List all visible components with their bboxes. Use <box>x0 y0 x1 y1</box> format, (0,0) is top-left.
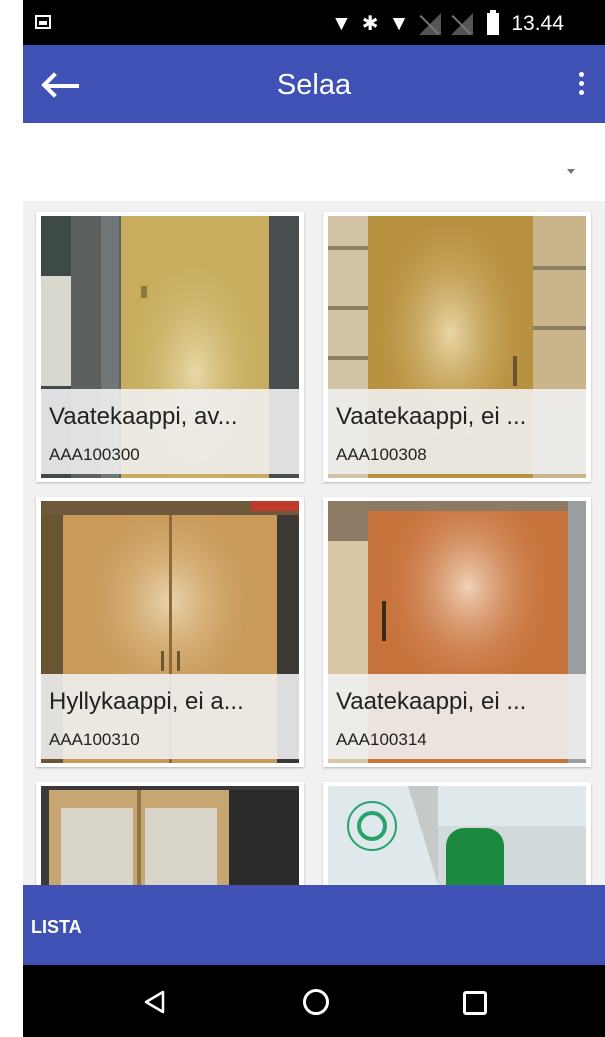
battery-icon <box>487 9 500 35</box>
location-icon: ▼ <box>331 11 352 35</box>
item-code: AAA100300 <box>49 445 140 464</box>
item-card[interactable] <box>36 782 304 885</box>
lista-button[interactable]: LISTA <box>31 917 82 938</box>
item-card[interactable]: Vaatekaappi, av... AAA100300 <box>36 212 304 482</box>
more-vert-icon[interactable] <box>571 72 591 98</box>
item-grid: Vaatekaappi, av... AAA100300 Vaatekaappi… <box>23 201 605 885</box>
phone-screen: ▼ ✱ ▼ 13.44 Selaa Vaatekaappi, av... AAA… <box>23 0 605 1037</box>
dropdown-arrow-icon <box>567 169 575 174</box>
app-bar: Selaa <box>23 45 605 123</box>
image-notification-icon <box>35 15 51 29</box>
bottom-bar: LISTA <box>23 885 605 965</box>
item-name: Vaatekaappi, ei ... <box>336 403 527 430</box>
signal-off-icon <box>451 12 474 35</box>
nav-recents-icon[interactable] <box>463 991 487 1015</box>
status-bar: ▼ ✱ ▼ 13.44 <box>23 0 605 45</box>
item-code: AAA100314 <box>336 730 427 749</box>
nav-home-icon[interactable] <box>303 989 329 1015</box>
item-code: AAA100308 <box>336 445 427 464</box>
item-card[interactable]: Vaatekaappi, ei ... AAA100308 <box>323 212 591 482</box>
item-name: Vaatekaappi, av... <box>49 403 238 430</box>
item-card[interactable] <box>323 782 591 885</box>
item-card[interactable]: Vaatekaappi, ei ... AAA100314 <box>323 497 591 767</box>
navigation-bar <box>23 965 605 1037</box>
nav-back-icon[interactable] <box>143 990 167 1014</box>
status-time: 13.44 <box>511 11 564 35</box>
item-code: AAA100310 <box>49 730 140 749</box>
wifi-icon: ▼ <box>388 11 410 35</box>
filter-dropdown[interactable] <box>23 123 605 201</box>
item-card[interactable]: Hyllykaappi, ei a... AAA100310 <box>36 497 304 767</box>
page-title: Selaa <box>276 69 352 101</box>
signal-off-icon <box>419 12 442 35</box>
status-icons: ▼ ✱ ▼ 13.44 <box>331 9 564 36</box>
item-image <box>41 786 299 885</box>
item-name: Vaatekaappi, ei ... <box>336 688 527 715</box>
item-name: Hyllykaappi, ei a... <box>49 688 244 715</box>
item-image <box>328 786 586 885</box>
bluetooth-icon: ✱ <box>361 13 379 35</box>
